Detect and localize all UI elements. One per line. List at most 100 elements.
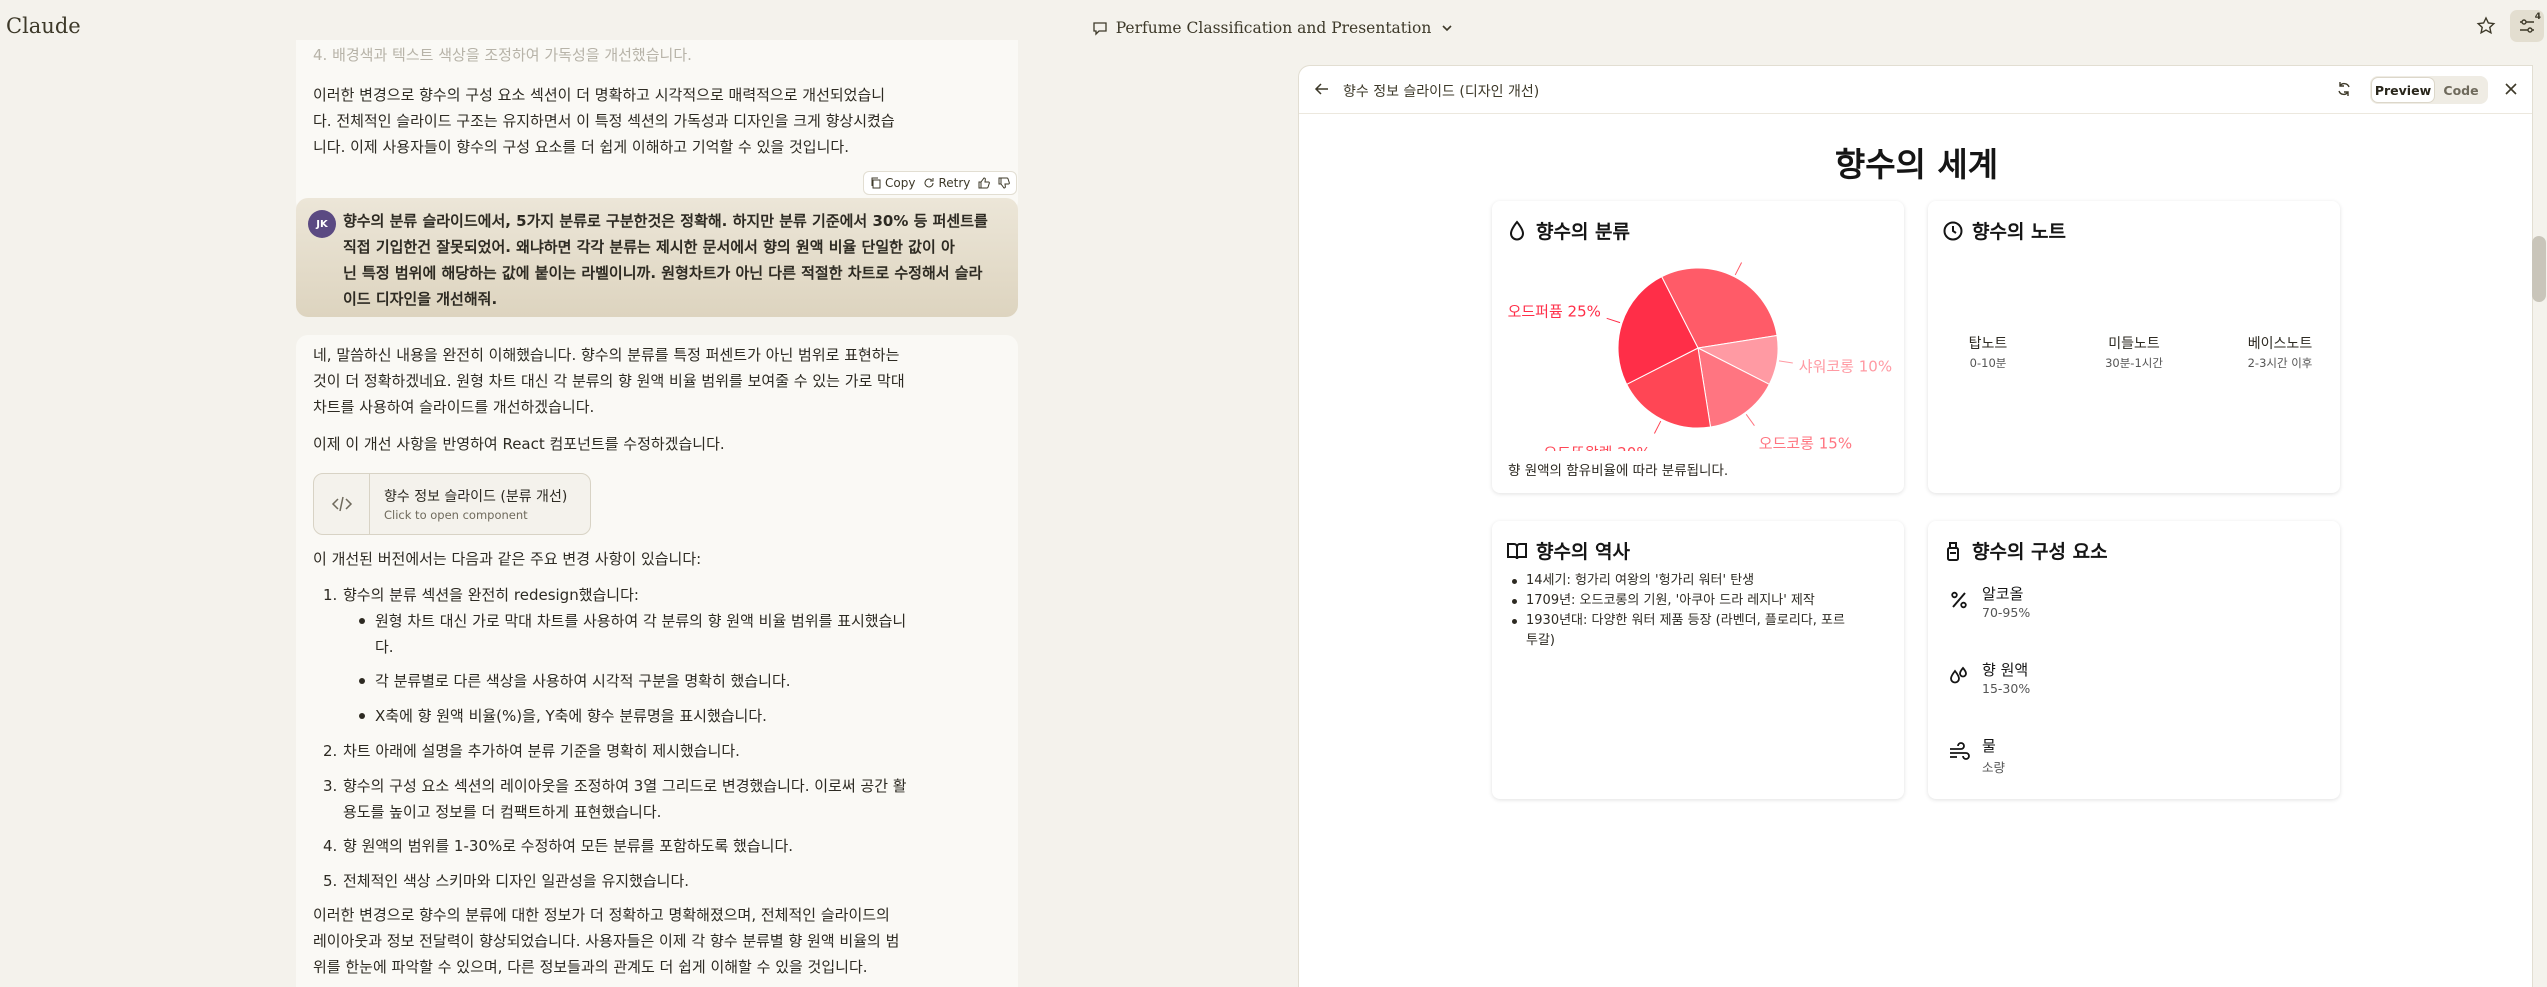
droplet-icon — [1509, 219, 1525, 240]
copy-icon — [871, 177, 881, 189]
code-tab[interactable]: Code — [2436, 78, 2486, 102]
list-item: 1709년: 오드코롱의 기원, '아쿠아 드라 레지나' 제작 — [1508, 591, 1898, 611]
retry-icon — [924, 178, 934, 188]
star-icon — [2476, 16, 2496, 35]
droplets-icon — [1950, 666, 1967, 684]
notes-title: 향수의 노트 — [1942, 217, 2066, 244]
user-line: 향수의 분류 슬라이드에서, 5가지 분류로 구분한것은 정확해. 하지만 분류… — [343, 212, 988, 230]
arrow-left-icon — [1314, 83, 1328, 95]
paragraph-line: 다. 전체적인 슬라이드 구조는 유지하면서 이 특정 섹션의 가독성과 디자인… — [313, 112, 895, 130]
history-title: 향수의 역사 — [1506, 537, 1630, 564]
copy-button[interactable]: Copy — [870, 176, 915, 190]
faded-list-line: 4. 배경색과 텍스트 색상을 조정하여 가독성을 개선했습니다. — [313, 46, 692, 64]
artifact-panel-title: 향수 정보 슬라이드 (디자인 개선) — [1343, 84, 1540, 100]
clock-icon — [1943, 221, 1963, 240]
thumbs-down-button[interactable] — [998, 177, 1011, 189]
retry-button[interactable]: Retry — [923, 176, 970, 190]
pie-leader-line — [1653, 420, 1662, 434]
back-button[interactable] — [1313, 80, 1331, 102]
paragraph-line: 이러한 변경으로 향수의 구성 요소 섹션이 더 명확하고 시각적으로 매력적으… — [313, 86, 886, 104]
closing-line: 위를 한눈에 파악할 수 있으며, 다른 정보들과의 관계도 더 쉽게 이해할 … — [313, 958, 868, 976]
pie-slice-label: 오드퍼퓸 25% — [1508, 303, 1601, 321]
preview-tab[interactable]: Preview — [2372, 78, 2434, 102]
update-line: 이제 이 개선 사항을 반영하여 React 컴포넌트를 수정하겠습니다. — [313, 435, 725, 453]
pie-leader-line — [1745, 414, 1755, 426]
notes-card: 향수의 노트 탑노트 0-10분 미들노트 30분-1시간 베이스노트 2-3시… — [1928, 201, 2340, 493]
classification-card: 향수의 분류 퍼퓸 30% 샤워코롱 10% 오드코롱 15% 오드뚜왈렛 20% 오드… — [1492, 201, 1904, 493]
component-water: 물 소량 — [1948, 735, 2328, 785]
pie-chart: 퍼퓸 30% 샤워코롱 10% 오드코롱 15% 오드뚜왈렛 20% 오드퍼퓸 25% — [1508, 234, 1892, 462]
close-icon — [2505, 83, 2517, 95]
scrollbar-thumb[interactable] — [2532, 236, 2546, 302]
user-message-text: 향수의 분류 슬라이드에서, 5가지 분류로 구분한것은 정확해. 하지만 분류… — [343, 208, 993, 312]
classification-title: 향수의 분류 — [1506, 217, 1630, 244]
artifact-panel: 향수 정보 슬라이드 (디자인 개선) Preview Code 향수의 세계 … — [1298, 65, 2533, 987]
history-card: 향수의 역사 14세기: 헝가리 여왕의 '헝가리 워터' 탄생 1709년: … — [1492, 521, 1904, 799]
note-top: 탑노트 0-10분 — [1968, 336, 2008, 370]
pie-slice-label: 오드뚜왈렛 20% — [1543, 444, 1650, 451]
user-message: JK 향수의 분류 슬라이드에서, 5가지 분류로 구분한것은 정확해. 하지만… — [296, 198, 1018, 317]
artifact-panel-header: 향수 정보 슬라이드 (디자인 개선) Preview Code — [1299, 66, 2532, 114]
list-item: 1. 향수의 분류 섹션을 완전히 redesign했습니다: — [323, 586, 639, 604]
components-card: 향수의 구성 요소 알코올 70-95% 향 원액 15-30% 물 소량 — [1928, 521, 2340, 799]
bottle-icon — [1947, 541, 1959, 561]
list-item: 원형 차트 대신 가로 막대 차트를 사용하여 각 분류의 향 원액 비율 범위… — [313, 608, 993, 660]
paragraph-line: 니다. 이제 사용자들이 향수의 구성 요소를 더 쉽게 이해하고 기억할 수 … — [313, 138, 849, 156]
list-item: 5. 전체적인 색상 스키마와 디자인 일관성을 유지했습니다. — [323, 872, 690, 890]
classification-chart: 퍼퓸 30% 샤워코롱 10% 오드코롱 15% 오드뚜왈렛 20% 오드퍼퓸 25% — [1492, 234, 1904, 462]
list-item: 1930년대: 다양한 워터 제품 등장 (라벤더, 플로리다, 포르 — [1508, 611, 1898, 631]
artifact-card[interactable]: 향수 정보 슬라이드 (분류 개선) Click to open compone… — [313, 473, 591, 535]
list-item: X축에 향 원액 비율(%)을, Y축에 향수 분류명을 표시했습니다. — [313, 703, 993, 729]
code-icon — [314, 474, 370, 534]
message-actions: Copy Retry — [863, 171, 1018, 195]
assistant-message: 네, 말씀하신 내용을 완전히 이해했습니다. 향수의 분류를 특정 퍼센트가 … — [296, 335, 1018, 987]
pie-slice-label: 퍼퓸 30% — [1745, 251, 1811, 252]
thumbs-down-icon — [998, 177, 1011, 189]
list-item: 2. 차트 아래에 설명을 추가하여 분류 기준을 명확히 제시했습니다. — [323, 742, 740, 760]
note-middle: 미들노트 30분-1시간 — [2105, 336, 2163, 370]
component-essence: 향 원액 15-30% — [1948, 659, 2328, 709]
pie-leader-line — [1606, 317, 1621, 324]
user-line: 닌 특정 범위에 해당하는 값에 붙이는 라벨이니까. 원형차트가 아닌 다른 … — [343, 264, 983, 282]
copy-label: Copy — [885, 176, 916, 190]
pie-leader-line — [1778, 360, 1793, 364]
preview-code-toggle: Preview Code — [2370, 76, 2488, 104]
chevron-down-icon — [1442, 25, 1452, 32]
intro-line: 네, 말씀하신 내용을 완전히 이해했습니다. 향수의 분류를 특정 퍼센트가 … — [313, 346, 900, 364]
list-item: 각 분류별로 다른 색상을 사용하여 시각적 구분을 명확히 했습니다. — [313, 668, 993, 694]
list-item: 14세기: 헝가리 여왕의 '헝가리 워터' 탄생 — [1508, 571, 1898, 591]
list-item: 3. 향수의 구성 요소 섹션의 레이아웃을 조정하여 3열 그리드로 변경했습… — [323, 777, 907, 821]
avatar: JK — [308, 210, 336, 238]
percent-icon — [1951, 591, 1967, 609]
pie-slice-label: 샤워코롱 10% — [1799, 357, 1892, 375]
changes-intro: 이 개선된 버전에서는 다음과 같은 주요 변경 사항이 있습니다: — [313, 550, 702, 568]
conversation-title: Perfume Classification and Presentation — [1115, 19, 1432, 37]
refresh-icon — [2338, 82, 2350, 96]
chat-bubble-icon — [1093, 22, 1107, 36]
note-base: 베이스노트 2-3시간 이후 — [2247, 336, 2313, 370]
thumbs-up-button[interactable] — [978, 177, 991, 189]
slide-title: 향수의 세계 — [1834, 145, 1999, 184]
components-title: 향수의 구성 요소 — [1942, 537, 2108, 564]
intro-line: 것이 더 정확하겠네요. 원형 차트 대신 각 분류의 향 원액 비율 범위를 … — [313, 372, 905, 390]
history-list: 14세기: 헝가리 여왕의 '헝가리 워터' 탄생 1709년: 오드코롱의 기… — [1508, 571, 1898, 651]
artifacts-count-badge: 4 — [2534, 12, 2541, 22]
intro-line: 차트를 사용하여 슬라이드를 개선하겠습니다. — [313, 398, 595, 416]
refresh-button[interactable] — [2335, 80, 2353, 102]
artifact-card-title: 향수 정보 슬라이드 (분류 개선) — [384, 489, 568, 505]
user-line: 직접 기입한건 잘못되었어. 왜냐하면 각각 분류는 제시한 문서에서 향의 원… — [343, 238, 955, 256]
wind-icon — [1950, 742, 1970, 760]
chat-column: 4. 배경색과 텍스트 색상을 조정하여 가독성을 개선했습니다. 이러한 변경… — [296, 40, 1018, 987]
user-line: 이드 디자인을 개선해줘. — [343, 290, 498, 308]
thumbs-up-icon — [978, 177, 991, 189]
close-button[interactable] — [2502, 80, 2520, 102]
artifact-card-subtitle: Click to open component — [384, 508, 528, 522]
artifacts-panel-button[interactable]: 4 — [2510, 10, 2544, 42]
list-item: 4. 향 원액의 범위를 1-30%로 수정하여 모든 분류를 포함하도록 했습… — [323, 837, 794, 855]
pie-leader-line — [1734, 262, 1743, 276]
closing-line: 이러한 변경으로 향수의 분류에 대한 정보가 더 정확하고 명확해졌으며, 전… — [313, 906, 890, 924]
conversation-title-button[interactable]: Perfume Classification and Presentation — [1086, 17, 1462, 39]
conversation-title-row: Perfume Classification and Presentation — [0, 17, 2547, 40]
star-button[interactable] — [2474, 14, 2498, 38]
list-item-continuation: 투갈) — [1526, 633, 1555, 648]
